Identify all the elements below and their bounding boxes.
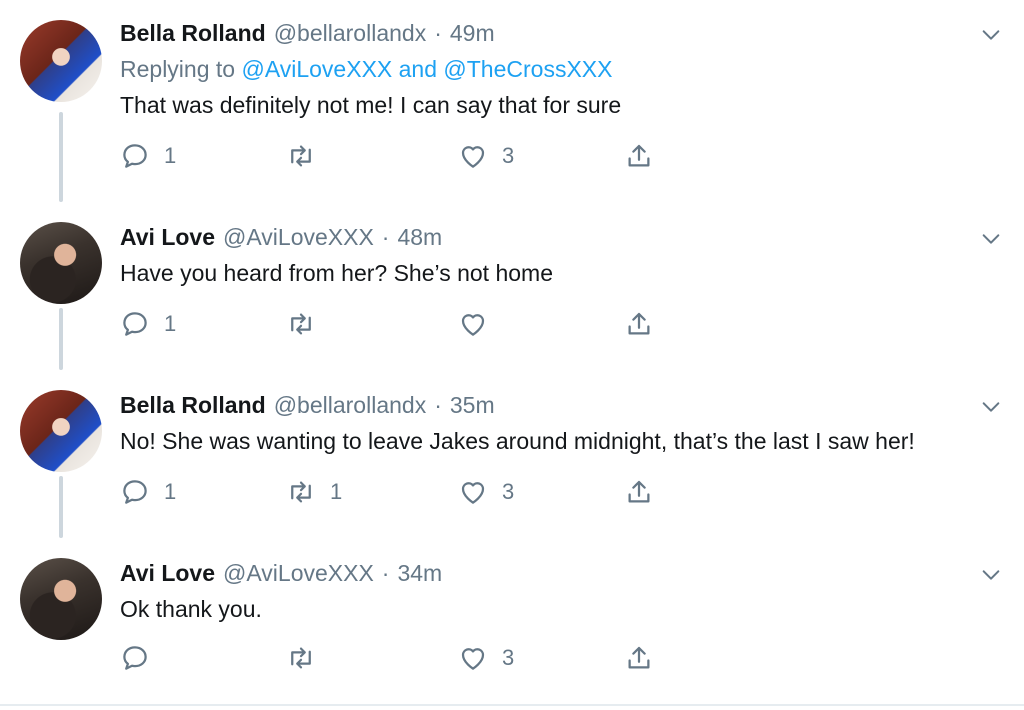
- tweet-text: Ok thank you.: [120, 596, 262, 622]
- author-handle[interactable]: @AviLoveXXX: [223, 222, 374, 252]
- retweet-button[interactable]: [286, 308, 330, 340]
- like-button[interactable]: 3: [458, 476, 514, 508]
- tweet-header: Bella Rolland @bellarollandx · 49m: [120, 18, 495, 48]
- author-name[interactable]: Avi Love: [120, 222, 215, 252]
- heart-icon: [461, 482, 485, 504]
- retweet-icon: [291, 313, 311, 335]
- reply-button[interactable]: 1: [120, 308, 176, 340]
- separator-dot: ·: [434, 20, 442, 46]
- avatar[interactable]: [20, 558, 102, 640]
- reply-icon: [123, 144, 147, 168]
- share-button[interactable]: [624, 476, 654, 508]
- like-count: 3: [502, 645, 515, 670]
- reply-count: 1: [164, 311, 177, 336]
- share-icon: [628, 144, 650, 167]
- separator-dot: ·: [381, 560, 390, 586]
- retweet-icon: [291, 145, 311, 167]
- chevron-down-icon[interactable]: [980, 396, 1002, 418]
- timestamp[interactable]: 34m: [397, 558, 442, 588]
- retweet-button[interactable]: [286, 140, 330, 172]
- author-handle[interactable]: @bellarollandx: [274, 390, 427, 420]
- author-handle[interactable]: @AviLoveXXX: [223, 558, 374, 588]
- heart-icon: [461, 648, 485, 670]
- like-button[interactable]: 3: [458, 642, 514, 674]
- tweet-text: Have you heard from her? She’s not home: [120, 260, 553, 286]
- share-button[interactable]: [624, 308, 654, 340]
- share-button[interactable]: [624, 140, 654, 172]
- timestamp[interactable]: 35m: [450, 390, 495, 420]
- author-name[interactable]: Avi Love: [120, 558, 215, 588]
- timestamp[interactable]: 49m: [450, 18, 495, 48]
- tweet-header: Avi Love @AviLoveXXX · 34m: [120, 558, 442, 588]
- share-button[interactable]: [624, 642, 654, 674]
- tweet-actions: 1 3: [120, 140, 680, 172]
- reply-count: 1: [164, 479, 177, 504]
- retweet-button[interactable]: [286, 642, 330, 674]
- like-button[interactable]: 3: [458, 140, 514, 172]
- like-button[interactable]: [458, 308, 502, 340]
- mention-link[interactable]: @TheCrossXXX: [443, 56, 612, 82]
- reply-button[interactable]: 1: [120, 140, 176, 172]
- author-name[interactable]: Bella Rolland: [120, 18, 266, 48]
- reply-count: 1: [164, 143, 177, 168]
- chevron-down-icon[interactable]: [980, 228, 1002, 250]
- retweet-button[interactable]: 1: [286, 476, 342, 508]
- chevron-down-icon[interactable]: [980, 24, 1002, 46]
- share-icon: [628, 646, 650, 669]
- heart-icon: [461, 314, 485, 336]
- retweet-icon: [291, 481, 311, 503]
- reply-icon: [123, 312, 147, 336]
- tweet-actions: 1: [120, 308, 680, 340]
- tweet-actions: 3: [120, 642, 680, 674]
- reply-icon: [123, 646, 147, 670]
- tweet-text: That was definitely not me! I can say th…: [120, 92, 622, 118]
- reply-button[interactable]: [120, 642, 164, 674]
- retweet-count: 1: [330, 479, 343, 504]
- separator-dot: ·: [434, 392, 442, 418]
- tweet[interactable]: Avi Love @AviLoveXXX · 34m Ok thank you.…: [0, 524, 1024, 704]
- like-count: 3: [502, 143, 515, 168]
- tweet-actions: 1 1 3: [120, 476, 680, 508]
- retweet-icon: [291, 647, 311, 669]
- author-name[interactable]: Bella Rolland: [120, 390, 266, 420]
- divider: [0, 704, 1024, 706]
- tweet[interactable]: Bella Rolland @bellarollandx · 49m Reply…: [0, 0, 1024, 188]
- mention-link[interactable]: @AviLoveXXX: [241, 56, 392, 82]
- replying-to: Replying to @AviLoveXXX and @TheCrossXXX: [120, 54, 612, 84]
- avatar[interactable]: [20, 222, 102, 304]
- tweet-header: Avi Love @AviLoveXXX · 48m: [120, 222, 442, 252]
- tweet[interactable]: Bella Rolland @bellarollandx · 35m No! S…: [0, 356, 1024, 524]
- chevron-down-icon[interactable]: [980, 564, 1002, 586]
- tweet-header: Bella Rolland @bellarollandx · 35m: [120, 390, 495, 420]
- share-icon: [628, 312, 650, 335]
- like-count: 3: [502, 479, 515, 504]
- separator-dot: ·: [381, 224, 390, 250]
- reply-button[interactable]: 1: [120, 476, 176, 508]
- mention-and[interactable]: and: [399, 56, 437, 82]
- tweet-text: No! She was wanting to leave Jakes aroun…: [120, 428, 915, 454]
- avatar[interactable]: [20, 390, 102, 472]
- replying-to-label: Replying to: [120, 56, 236, 82]
- share-icon: [628, 480, 650, 503]
- timestamp[interactable]: 48m: [397, 222, 442, 252]
- author-handle[interactable]: @bellarollandx: [274, 18, 427, 48]
- conversation-thread: Bella Rolland @bellarollandx · 49m Reply…: [0, 0, 1024, 710]
- avatar[interactable]: [20, 20, 102, 102]
- tweet[interactable]: Avi Love @AviLoveXXX · 48m Have you hear…: [0, 188, 1024, 356]
- heart-icon: [461, 146, 485, 168]
- reply-icon: [123, 480, 147, 504]
